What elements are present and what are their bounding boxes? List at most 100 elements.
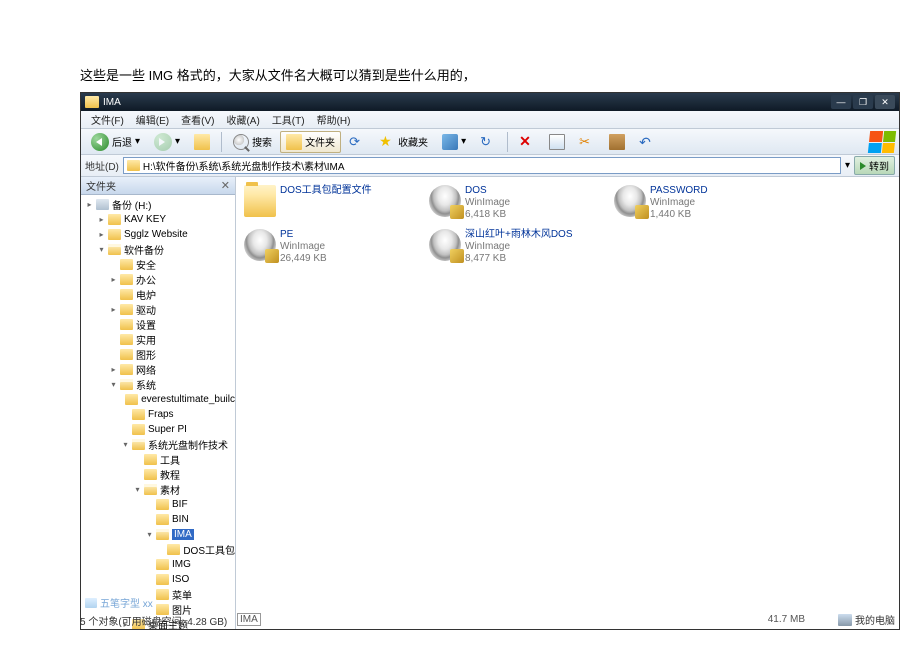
expand-icon[interactable] [145, 560, 154, 569]
tree-node[interactable]: everestultimate_builc [81, 392, 235, 407]
expand-icon[interactable]: ▾ [145, 530, 154, 539]
tree-node[interactable]: ▾系统光盘制作技术 [81, 437, 235, 452]
favorites-button[interactable]: ★ 收藏夹 [373, 131, 434, 153]
delete-button[interactable]: ✕ [513, 131, 541, 153]
expand-icon[interactable] [109, 335, 118, 344]
paste-button[interactable] [603, 131, 631, 153]
tree-node[interactable]: 电炉 [81, 287, 235, 302]
views-button[interactable]: ▾ [436, 131, 472, 153]
expand-icon[interactable]: ▸ [109, 365, 118, 374]
search-button[interactable]: 搜索 [227, 131, 278, 153]
copy-button[interactable] [543, 131, 571, 153]
tree-node[interactable]: ▸Sgglz Website [81, 227, 235, 242]
tree-node[interactable]: ▸KAV KEY [81, 212, 235, 227]
tree-node[interactable]: ▸ 备份 (H:) [81, 197, 235, 212]
folder-icon [120, 259, 133, 270]
address-input[interactable]: H:\软件备份\系统\系统光盘制作技术\素材\IMA [123, 157, 841, 174]
tree-node[interactable]: ▾软件备份 [81, 242, 235, 257]
expand-icon[interactable] [145, 500, 154, 509]
menu-view[interactable]: 查看(V) [175, 112, 220, 127]
tree-node[interactable]: DOS工具包 [81, 542, 235, 557]
file-name: PE [280, 229, 327, 241]
sidebar-close-icon[interactable]: ✕ [221, 179, 230, 192]
expand-icon[interactable]: ▾ [109, 380, 118, 389]
tree-node-label: 网络 [136, 362, 156, 377]
expand-icon[interactable]: ▸ [97, 230, 106, 239]
tree-node[interactable]: Fraps [81, 407, 235, 422]
expand-icon[interactable]: ▸ [109, 305, 118, 314]
expand-icon[interactable]: ▸ [109, 275, 118, 284]
tree-node[interactable]: 实用 [81, 332, 235, 347]
file-item[interactable]: DOSWinImage6,418 KB [427, 183, 602, 223]
expand-icon[interactable] [133, 470, 142, 479]
sidebar-title: 文件夹 [86, 178, 116, 193]
folders-button[interactable]: 文件夹 [280, 131, 341, 153]
file-item[interactable]: PEWinImage26,449 KB [242, 227, 417, 267]
addressbar: 地址(D) H:\软件备份\系统\系统光盘制作技术\素材\IMA ▾ 转到 [81, 155, 899, 177]
expand-icon[interactable] [145, 575, 154, 584]
file-type: WinImage [465, 197, 510, 209]
tree-node[interactable]: 图形 [81, 347, 235, 362]
expand-icon[interactable]: ▾ [97, 245, 106, 254]
tree-node-label: 备份 (H:) [112, 197, 151, 212]
history-button[interactable]: ⟳ [343, 131, 371, 153]
expand-icon[interactable] [109, 260, 118, 269]
file-item[interactable]: PASSWORDWinImage1,440 KB [612, 183, 787, 223]
menu-file[interactable]: 文件(F) [85, 112, 130, 127]
tree-node[interactable]: 设置 [81, 317, 235, 332]
maximize-button[interactable]: ❐ [853, 95, 873, 109]
expand-icon[interactable]: ▸ [85, 200, 94, 209]
sidebar-item-hidden[interactable]: 五笔字型 xx [85, 595, 153, 610]
folder-tree[interactable]: ▸ 备份 (H:)▸KAV KEY▸Sgglz Website▾软件备份安全▸办公… [81, 195, 235, 629]
expand-icon[interactable] [121, 425, 130, 434]
undo-button[interactable]: ↶ [633, 131, 661, 153]
back-button[interactable]: 后退 ▾ [85, 130, 146, 154]
minimize-button[interactable]: — [831, 95, 851, 109]
paste-icon [609, 134, 625, 150]
file-item[interactable]: 深山红叶+雨林木风DOSWinImage8,477 KB [427, 227, 602, 267]
expand-icon[interactable] [157, 545, 165, 554]
expand-icon[interactable] [145, 515, 154, 524]
expand-icon[interactable] [121, 410, 130, 419]
tree-node[interactable]: IMG [81, 557, 235, 572]
up-button[interactable] [188, 131, 216, 153]
tree-node[interactable]: 工具 [81, 452, 235, 467]
expand-icon[interactable]: ▾ [133, 485, 142, 494]
file-item[interactable]: DOS工具包配置文件 [242, 183, 417, 223]
tree-node[interactable]: ▸ 网络 [81, 362, 235, 377]
tree-node[interactable]: 安全 [81, 257, 235, 272]
file-meta: DOS工具包配置文件 [280, 185, 372, 197]
tree-node[interactable]: BIN [81, 512, 235, 527]
status-objects: 5 个对象(可用磁盘空间: 4.28 GB) [80, 613, 227, 628]
separator [221, 132, 222, 152]
tree-node[interactable]: ▾系统 [81, 377, 235, 392]
sync-button[interactable]: ↻ [474, 131, 502, 153]
cut-button[interactable]: ✂ [573, 131, 601, 153]
expand-icon[interactable] [109, 290, 118, 299]
file-list[interactable]: DOS工具包配置文件 DOSWinImage6,418 KBPASSWORDWin… [236, 177, 899, 629]
menu-favorites[interactable]: 收藏(A) [220, 112, 265, 127]
expand-icon[interactable] [109, 350, 118, 359]
expand-icon[interactable] [109, 320, 118, 329]
menu-tools[interactable]: 工具(T) [266, 112, 311, 127]
menu-help[interactable]: 帮助(H) [311, 112, 357, 127]
address-dropdown[interactable]: ▾ [845, 160, 850, 171]
go-button[interactable]: 转到 [854, 156, 895, 175]
tree-node-label: IMA [172, 529, 194, 540]
tree-node[interactable]: ISO [81, 572, 235, 587]
expand-icon[interactable]: ▸ [97, 215, 106, 224]
tree-node[interactable]: ▾素材 [81, 482, 235, 497]
expand-icon[interactable] [133, 455, 142, 464]
folders-label: 文件夹 [305, 134, 335, 149]
forward-button[interactable]: ▾ [148, 130, 186, 154]
tree-node[interactable]: ▾ IMA [81, 527, 235, 542]
expand-icon[interactable] [121, 395, 123, 404]
tree-node[interactable]: Super PI [81, 422, 235, 437]
tree-node[interactable]: BIF [81, 497, 235, 512]
close-button[interactable]: ✕ [875, 95, 895, 109]
tree-node[interactable]: ▸办公 [81, 272, 235, 287]
tree-node[interactable]: 教程 [81, 467, 235, 482]
expand-icon[interactable]: ▾ [121, 440, 130, 449]
menu-edit[interactable]: 编辑(E) [130, 112, 175, 127]
tree-node[interactable]: ▸驱动 [81, 302, 235, 317]
